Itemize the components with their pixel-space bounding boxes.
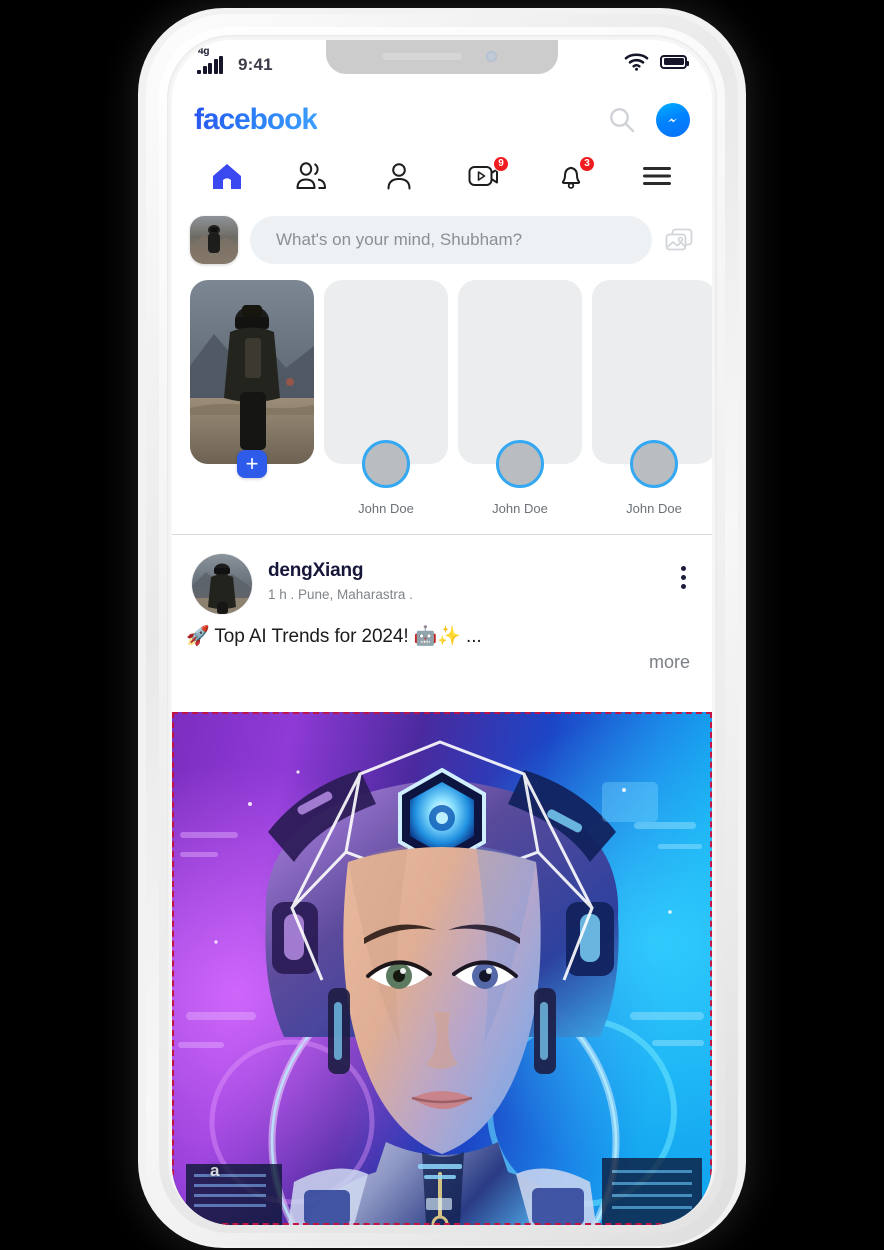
messenger-icon[interactable] xyxy=(656,103,690,137)
stories-row: + John Doe John Doe John Doe xyxy=(172,280,712,535)
story-label: John Doe xyxy=(358,501,414,516)
avatar-photographer-image xyxy=(190,216,238,264)
signal-bars-icon: 4g xyxy=(197,46,231,76)
search-icon[interactable] xyxy=(607,105,637,135)
status-bar-right xyxy=(624,52,689,71)
post-image xyxy=(172,712,712,1225)
friends-icon xyxy=(296,162,326,189)
watch-badge: 9 xyxy=(493,156,509,172)
post-image-container[interactable]: a xyxy=(172,712,712,1225)
front-camera xyxy=(486,51,497,62)
nav-tab-home[interactable] xyxy=(200,156,254,196)
image-watermark: a xyxy=(210,1161,220,1180)
add-story-button[interactable]: + xyxy=(237,450,267,478)
story-label: John Doe xyxy=(626,501,682,516)
network-type-label: 4g xyxy=(198,46,210,57)
more-options-icon[interactable] xyxy=(681,566,686,589)
battery-icon xyxy=(660,54,689,69)
nav-tab-notifications[interactable]: 3 xyxy=(544,156,598,196)
phone-screen: 4g 9:41 facebook 9 3 What's on your mind… xyxy=(172,40,712,1225)
app-header: facebook xyxy=(172,92,712,148)
post-author-name[interactable]: dengXiang xyxy=(268,560,413,582)
navigation-tabs: 9 3 xyxy=(172,150,712,202)
nav-tab-friends[interactable] xyxy=(286,156,340,196)
story-avatar xyxy=(630,440,678,488)
section-divider xyxy=(172,534,712,535)
story-card-1[interactable]: John Doe xyxy=(324,280,448,516)
feed-post: dengXiang 1 h . Pune, Maharastra . 🚀 Top… xyxy=(172,536,712,685)
nav-tab-watch[interactable]: 9 xyxy=(458,156,512,196)
screenshot-stage: 4g 9:41 facebook 9 3 What's on your mind… xyxy=(0,0,884,1250)
ai-cyborg-portrait-image xyxy=(172,712,712,1225)
avatar-photographer-image xyxy=(192,554,252,614)
post-author-avatar[interactable] xyxy=(192,554,252,614)
post-more-link[interactable]: more xyxy=(172,648,712,685)
nav-tab-profile[interactable] xyxy=(372,156,426,196)
story-create[interactable]: + xyxy=(190,280,314,478)
wifi-icon xyxy=(624,53,649,71)
story-photographer-image xyxy=(190,280,314,464)
composer-input[interactable]: What's on your mind, Shubham? xyxy=(250,216,652,264)
story-label: John Doe xyxy=(492,501,548,516)
story-card-2[interactable]: John Doe xyxy=(458,280,582,516)
earpiece-speaker xyxy=(382,53,462,60)
story-photo xyxy=(190,280,314,464)
home-icon xyxy=(213,164,241,189)
post-timestamp-location: 1 h . Pune, Maharastra . xyxy=(268,587,413,602)
post-header: dengXiang 1 h . Pune, Maharastra . xyxy=(172,536,712,614)
composer-placeholder: What's on your mind, Shubham? xyxy=(276,230,523,249)
hamburger-menu-icon xyxy=(643,167,671,185)
header-actions xyxy=(607,103,690,137)
profile-icon xyxy=(387,163,411,190)
post-text: 🚀 Top AI Trends for 2024! 🤖✨ ... xyxy=(186,626,482,647)
status-bar-clock: 9:41 xyxy=(238,55,273,74)
photo-gallery-icon[interactable] xyxy=(664,227,694,253)
story-card-3[interactable]: John Doe xyxy=(592,280,712,516)
status-bar-left: 4g 9:41 xyxy=(197,46,273,76)
story-avatar xyxy=(496,440,544,488)
notifications-badge: 3 xyxy=(579,156,595,172)
facebook-logo[interactable]: facebook xyxy=(194,103,318,137)
story-avatar xyxy=(362,440,410,488)
post-meta: dengXiang 1 h . Pune, Maharastra . xyxy=(268,554,413,602)
phone-notch xyxy=(326,40,558,74)
nav-tab-menu[interactable] xyxy=(630,156,684,196)
composer-avatar[interactable] xyxy=(190,216,238,264)
post-composer: What's on your mind, Shubham? xyxy=(172,203,712,277)
